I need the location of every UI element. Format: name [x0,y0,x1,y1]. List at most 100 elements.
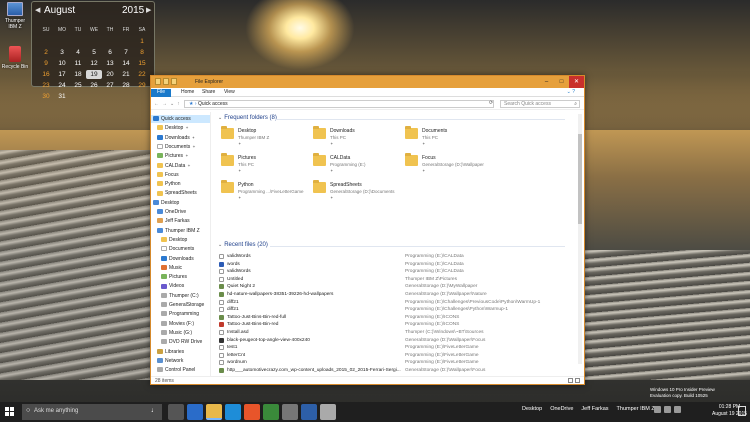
calendar-day[interactable]: 24 [54,81,70,90]
nav-item[interactable]: Control Panel [151,366,210,374]
toolbar-computer[interactable]: Thumper IBM Z [617,406,655,412]
calendar-day[interactable]: 20 [102,70,118,79]
cortana-search[interactable]: ○ Ask me anything ♩ [22,404,162,420]
app-icon[interactable] [301,404,317,420]
tab-share[interactable]: Share [197,89,220,97]
nav-item[interactable]: Desktop [151,236,210,244]
forward-icon[interactable]: → [162,101,167,107]
calendar-day[interactable]: 29 [134,81,150,90]
recent-file-row[interactable]: black-peugeot-top-angle-view-400x240 Gene… [215,337,575,344]
recent-file-row[interactable]: validWords Programming (E:)\CALData [215,268,575,275]
help-icon[interactable]: ⌄ ? [562,89,580,97]
recent-locations-icon[interactable]: ⌄ [170,101,174,107]
recent-file-row[interactable]: words Programming (E:)\CALData [215,261,575,268]
calendar-day[interactable]: 2 [38,48,54,57]
search-input[interactable]: Search Quick access ⌕ [500,100,580,108]
recent-file-row[interactable]: diff21 Programming (E:)\Challenges\Previo… [215,299,575,306]
microphone-icon[interactable]: ♩ [151,407,158,414]
nav-item[interactable]: Videos [151,282,210,290]
nav-item[interactable]: Programming [151,310,210,318]
chevron-right-icon[interactable]: ▶ [146,6,151,14]
frequent-folder-tile[interactable]: Pictures This PC ✦ [221,153,311,175]
nav-item[interactable]: SpreadSheets [151,189,210,197]
frequent-folder-tile[interactable]: Python Programming ...\FiveLetterGame ✦ [221,180,311,202]
scrollbar-thumb[interactable] [578,134,582,224]
new-folder-icon[interactable] [171,78,177,85]
nav-item[interactable]: Documents ✦ [151,143,210,151]
nav-item[interactable]: Downloads ✦ [151,134,210,142]
store-icon[interactable] [225,404,241,420]
start-button[interactable] [5,407,15,417]
recent-file-row[interactable]: test1 Programming (E:)\FiveLetterGame [215,344,575,351]
recent-file-row[interactable]: validWords Programming (E:)\CALData [215,253,575,260]
app-icon[interactable] [282,404,298,420]
nav-item[interactable]: Quick access [151,115,210,123]
frequent-folder-tile[interactable]: SpreadSheets GeneralStorage (D:)\Document… [313,180,403,202]
maximize-button[interactable]: □ [554,76,569,88]
nav-item[interactable]: Thumper IBM Z [151,227,210,235]
calendar-day[interactable]: 1 [134,37,150,46]
calendar-day[interactable]: 4 [70,48,86,57]
nav-item[interactable]: GeneralStorage [151,301,210,309]
up-icon[interactable]: ↑ [177,101,180,107]
calendar-day[interactable]: 11 [70,59,86,68]
calendar-day[interactable]: 12 [86,59,102,68]
nav-item[interactable]: Network [151,357,210,365]
nav-item[interactable]: Pictures ✦ [151,152,210,160]
nav-item[interactable]: Movies (F:) [151,320,210,328]
toolbar-user[interactable]: Jeff Farkas [581,406,608,412]
chrome-icon[interactable] [263,404,279,420]
recent-file-row[interactable]: Untitled Thumper IBM Z\Pictures [215,276,575,283]
frequent-folder-tile[interactable]: Focus GeneralStorage (D:)\Wallpaper ✦ [405,153,495,175]
frequent-folder-tile[interactable]: Documents This PC ✦ [405,126,495,148]
tab-view[interactable]: View [219,89,240,97]
nav-item[interactable]: Libraries [151,348,210,356]
volume-icon[interactable] [674,406,681,413]
calendar-day[interactable]: 19 [86,70,102,79]
calendar-day[interactable]: 23 [38,81,54,90]
nav-item[interactable]: Python [151,180,210,188]
recent-file-row[interactable]: letterCnt Programming (E:)\FiveLetterGame [215,352,575,359]
nav-item[interactable]: Music [151,264,210,272]
calendar-day[interactable]: 30 [38,92,54,101]
recent-file-row[interactable]: Install.asd Thumper (C:)\Windows\~BT\Sour… [215,329,575,336]
recent-file-row[interactable]: Tattoo-Just-Bins-Bin-red-full Programming… [215,314,575,321]
app-icon[interactable] [320,404,336,420]
edge-browser-icon[interactable] [187,404,203,420]
vertical-scrollbar[interactable] [578,114,582,364]
calendar-day[interactable]: 8 [134,48,150,57]
task-view-icon[interactable] [168,404,184,420]
calendar-day[interactable]: 18 [70,70,86,79]
calendar-day[interactable]: 3 [54,48,70,57]
calendar-day[interactable]: 21 [118,70,134,79]
calendar-day[interactable]: 10 [54,59,70,68]
recent-file-row[interactable]: Quiet Night 2 GeneralStorage (D:)\MyWallp… [215,283,575,290]
recent-file-row[interactable]: hd-nature-wallpapers-38351-39226-hd-wall… [215,291,575,298]
title-bar[interactable]: File Explorer – □ ✕ [151,76,584,88]
calendar-day[interactable]: 26 [86,81,102,90]
nav-item[interactable]: Focus [151,171,210,179]
back-icon[interactable]: ← [154,101,159,107]
nav-item[interactable]: Pictures [151,273,210,281]
calendar-day[interactable]: 22 [134,70,150,79]
folder-icon[interactable] [155,78,161,85]
frequent-folders-header[interactable]: ⌄ Frequent folders (8) [218,115,277,121]
network-icon[interactable] [664,406,671,413]
calendar-day[interactable]: 9 [38,59,54,68]
details-view-icon[interactable] [568,378,573,383]
recent-file-row[interactable]: wordnum Programming (E:)\FiveLetterGame [215,359,575,366]
toolbar-desktop[interactable]: Desktop [522,406,542,412]
tab-file[interactable]: File [151,89,172,97]
recent-file-row[interactable]: Tattoo-Just-Bins-Bin-red Programming (E:)… [215,321,575,328]
calendar-day[interactable]: 6 [102,48,118,57]
nav-item[interactable]: Desktop [151,199,210,207]
recent-files-header[interactable]: ⌄ Recent files (20) [218,242,268,248]
calendar-day[interactable]: 16 [38,70,54,79]
minimize-button[interactable]: – [539,76,554,88]
nav-item[interactable]: OneDrive [151,208,210,216]
toolbar-onedrive[interactable]: OneDrive [550,406,573,412]
calendar-day[interactable]: 5 [86,48,102,57]
nav-item[interactable]: CALData ✦ [151,162,210,170]
nav-item[interactable]: DVD RW Drive [151,338,210,346]
nav-item[interactable]: Thumper (C:) [151,292,210,300]
